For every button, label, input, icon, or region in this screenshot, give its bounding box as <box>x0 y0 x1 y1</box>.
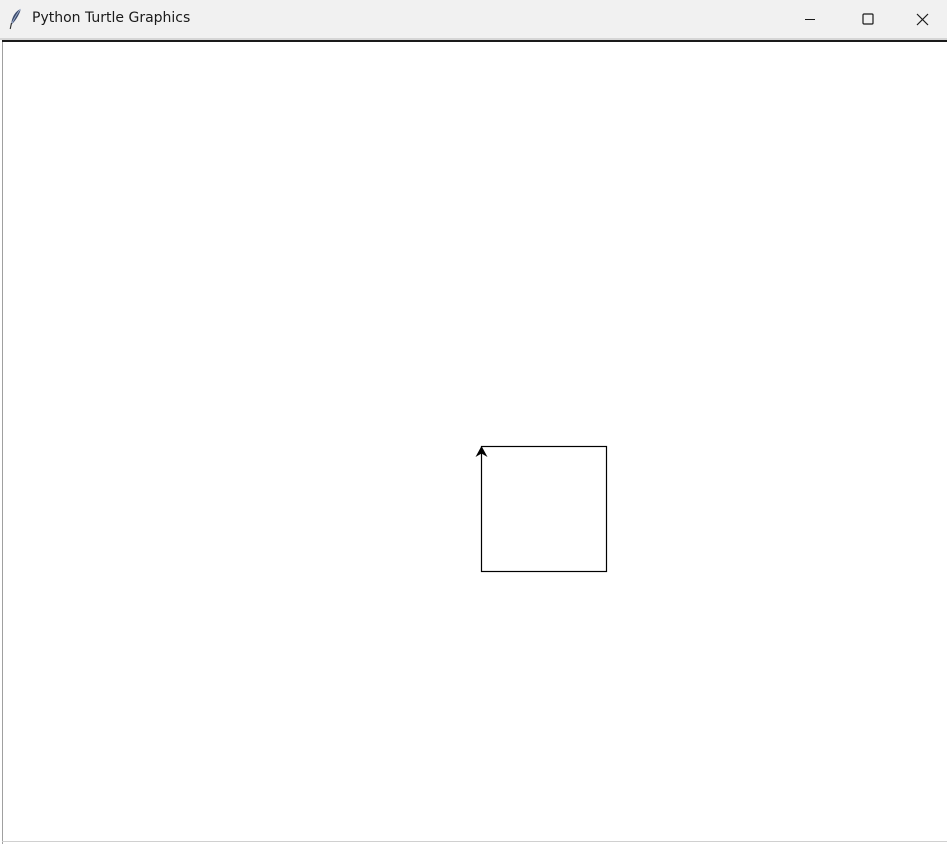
minimize-button[interactable] <box>781 0 839 38</box>
canvas-left-border <box>2 42 3 844</box>
canvas-bottom-border <box>2 841 947 842</box>
title-bar[interactable]: Python Turtle Graphics <box>0 0 947 38</box>
feather-icon <box>9 8 23 30</box>
canvas-top-border <box>2 40 947 42</box>
minimize-icon <box>804 13 816 25</box>
turtle-window: Python Turtle Graphics <box>0 0 947 844</box>
turtle-canvas[interactable] <box>3 42 947 841</box>
window-title: Python Turtle Graphics <box>32 10 191 26</box>
maximize-button[interactable] <box>839 0 897 38</box>
maximize-icon <box>862 13 874 25</box>
close-button[interactable] <box>897 0 947 38</box>
close-icon <box>916 13 929 26</box>
